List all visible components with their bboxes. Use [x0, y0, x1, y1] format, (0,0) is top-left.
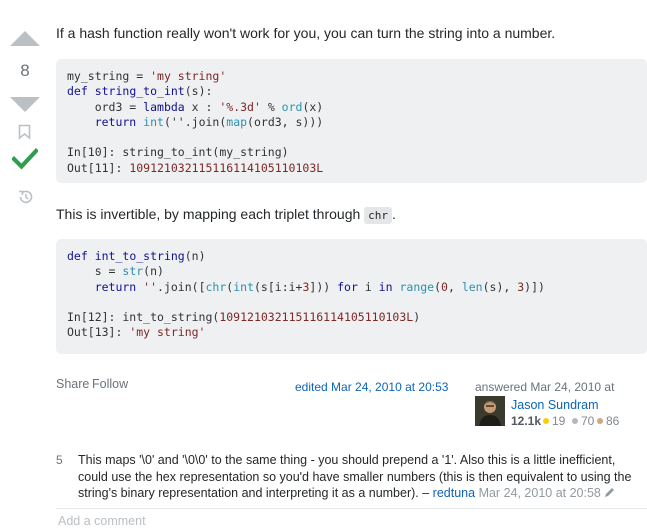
reputation-score: 12.1k: [511, 414, 542, 428]
user-name-link[interactable]: Jason Sundram: [511, 398, 599, 412]
accepted-checkmark-icon: [12, 148, 38, 170]
follow-link[interactable]: Follow: [92, 377, 128, 391]
downvote-arrow-icon[interactable]: [10, 97, 40, 112]
silver-badge-icon: [572, 417, 578, 424]
comment-text: This maps '\0' and '\0\0' to the same th…: [78, 453, 632, 500]
gold-badge-count: 19: [543, 414, 565, 428]
avatar-image: [475, 396, 505, 426]
bronze-badge-icon: [597, 417, 603, 424]
avatar[interactable]: [475, 396, 505, 426]
comment-item: 5 This maps '\0' and '\0\0' to the same …: [56, 446, 647, 509]
answer-intro-text: If a hash function really won't work for…: [56, 25, 556, 41]
code-block-1: my_string = 'my string' def string_to_in…: [56, 59, 647, 183]
bookmark-icon[interactable]: [18, 124, 31, 140]
upvote-arrow-icon[interactable]: [10, 31, 40, 46]
code-block-2: def int_to_string(n) s = str(n) return '…: [56, 239, 647, 354]
share-link[interactable]: Share: [56, 377, 89, 391]
edit-pencil-icon[interactable]: [604, 487, 615, 498]
comment-date: Mar 24, 2010 at 20:58: [478, 486, 601, 500]
comment-score: 5: [56, 453, 63, 467]
vote-count: 8: [20, 61, 30, 80]
bronze-badge-count: 86: [597, 414, 619, 428]
comment-user-link[interactable]: redtuna: [433, 486, 475, 500]
gold-badge-icon: [543, 417, 549, 424]
silver-badge-count: 70: [572, 414, 594, 428]
answer-middle-text: This is invertible, by mapping each trip…: [56, 206, 396, 224]
history-icon[interactable]: [17, 188, 35, 206]
edited-link[interactable]: edited Mar 24, 2010 at 20:53: [295, 380, 448, 394]
inline-code: chr: [364, 207, 393, 224]
